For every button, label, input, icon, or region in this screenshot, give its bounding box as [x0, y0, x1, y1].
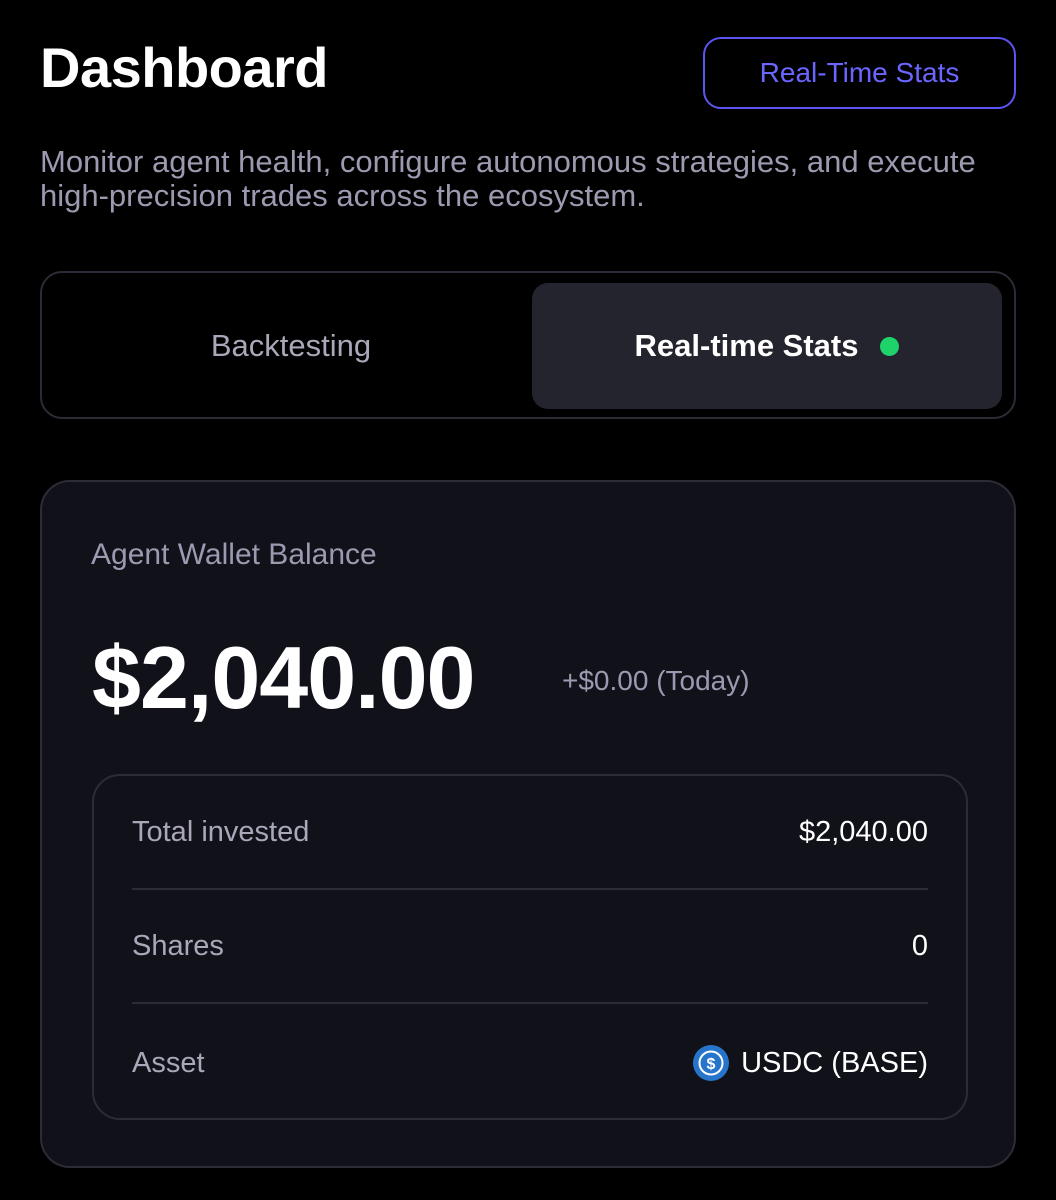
svg-text:$: $	[707, 1056, 716, 1073]
detail-row-asset: Asset $ USDC (BASE)	[132, 1006, 928, 1120]
detail-row-shares: Shares 0	[132, 890, 928, 1004]
wallet-balance-card: Agent Wallet Balance $2,040.00 +$0.00 (T…	[40, 480, 1016, 1168]
asset-value-text: USDC (BASE)	[741, 1046, 928, 1079]
usdc-icon: $	[693, 1045, 730, 1081]
detail-row-total-invested: Total invested $2,040.00	[132, 776, 928, 890]
total-invested-label: Total invested	[132, 815, 310, 848]
shares-label: Shares	[132, 929, 224, 962]
wallet-details-panel: Total invested $2,040.00 Shares 0 Asset …	[92, 774, 968, 1120]
tab-backtesting[interactable]: Backtesting	[52, 283, 530, 409]
tab-real-time-stats[interactable]: Real-time Stats	[532, 283, 1002, 409]
shares-value: 0	[911, 929, 928, 962]
asset-value: $ USDC (BASE)	[693, 1045, 928, 1081]
dashboard-page: Dashboard Real-Time Stats Monitor agent …	[0, 0, 1056, 1200]
real-time-stats-button[interactable]: Real-Time Stats	[703, 37, 1016, 109]
wallet-balance-label: Agent Wallet Balance	[91, 538, 377, 571]
tab-backtesting-label: Backtesting	[210, 328, 372, 363]
view-tabs: Backtesting Real-time Stats	[40, 271, 1016, 419]
page-title: Dashboard	[40, 36, 329, 99]
wallet-balance-change: +$0.00 (Today)	[562, 665, 750, 696]
tab-real-time-stats-label: Real-time Stats	[634, 328, 859, 363]
live-status-dot-icon	[880, 336, 900, 356]
wallet-balance-amount: $2,040.00	[92, 628, 475, 727]
total-invested-value: $2,040.00	[798, 815, 928, 848]
page-subtitle: Monitor agent health, configure autonomo…	[40, 144, 976, 213]
asset-label: Asset	[132, 1046, 205, 1079]
